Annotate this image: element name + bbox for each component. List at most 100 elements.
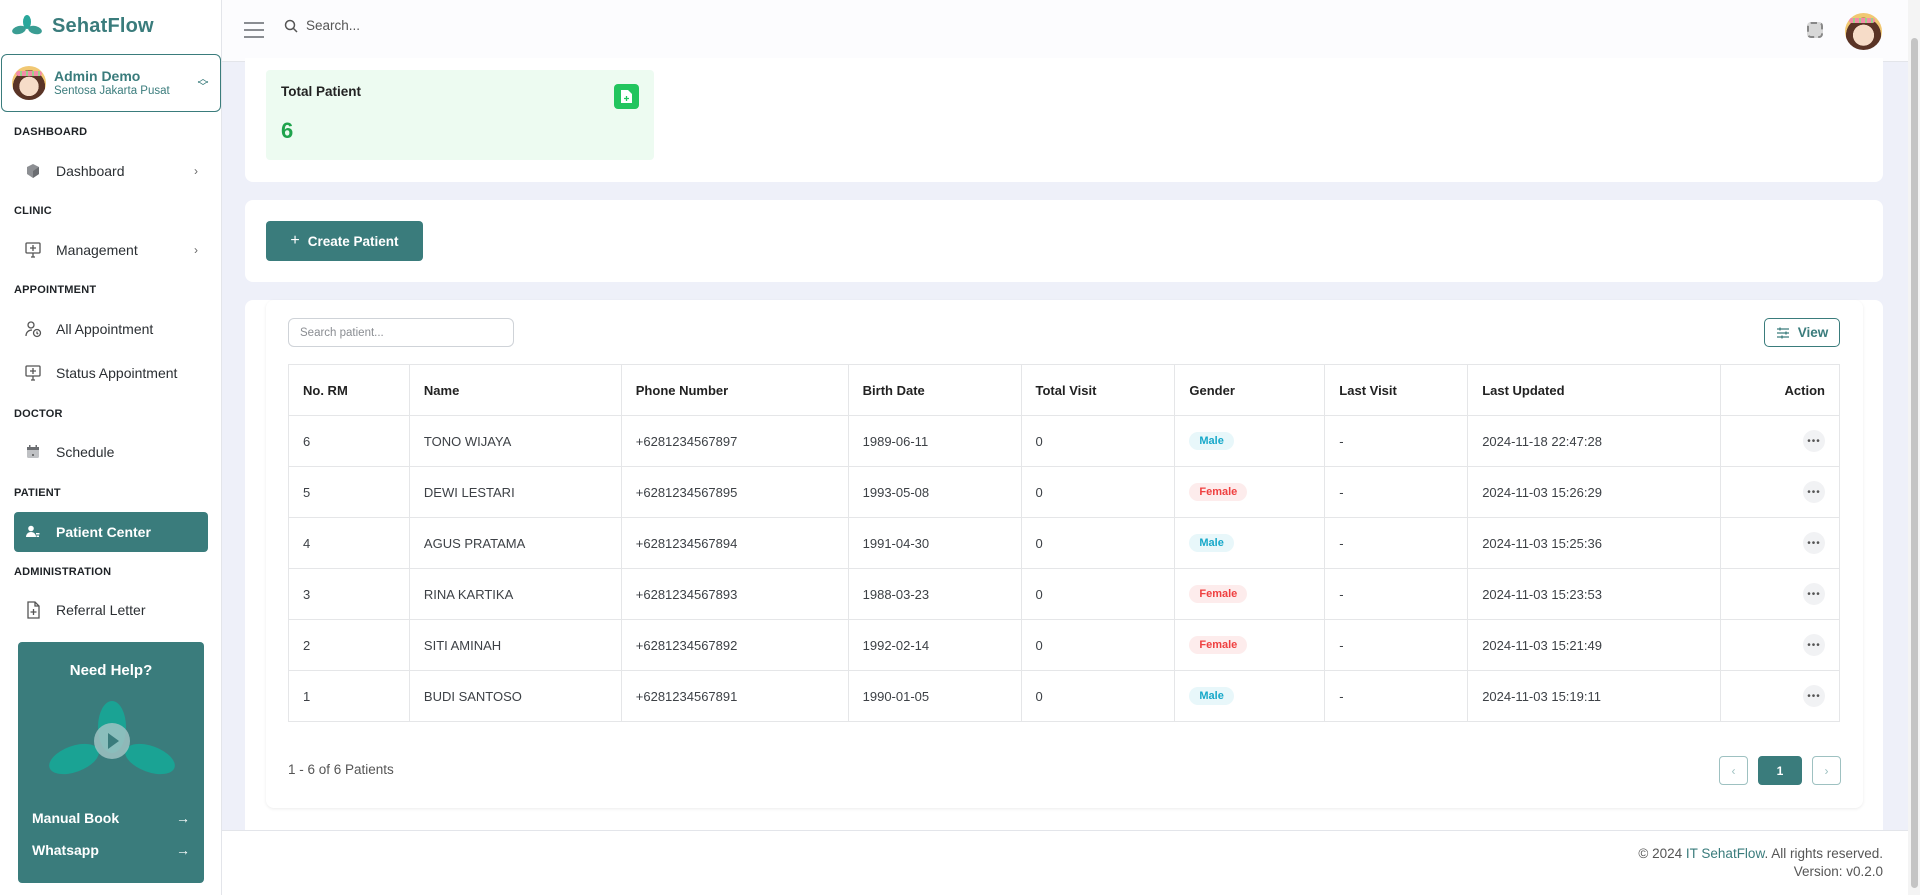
sidebar-item-label: Status Appointment: [56, 365, 178, 381]
cell-phone: +6281234567891: [620, 670, 849, 722]
cell-action: •••: [1719, 619, 1841, 671]
sidebar-item-status-appointment[interactable]: Status Appointment: [14, 353, 208, 393]
file-add-icon: [614, 84, 639, 109]
column-header-action: Action: [1719, 364, 1841, 416]
arrow-right-icon: →: [176, 810, 190, 826]
app-version: Version: v0.2.0: [1793, 864, 1883, 879]
pagination-summary: 1 - 6 of 6 Patients: [288, 762, 394, 777]
sidebar-item-dashboard[interactable]: Dashboard ›: [14, 151, 208, 191]
column-header-name[interactable]: Name: [408, 364, 622, 416]
cell-birth-date: 1989-06-11: [847, 415, 1022, 467]
calendar-icon: [24, 443, 42, 461]
user-clock-icon: [24, 320, 42, 338]
cell-last-updated: 2024-11-03 15:26:29: [1467, 466, 1721, 518]
cube-icon: [24, 162, 42, 180]
scrollbar-thumb[interactable]: [1911, 38, 1918, 888]
cell-last-visit: -: [1324, 466, 1469, 518]
stat-value: 6: [281, 118, 294, 143]
cell-gender: Female: [1174, 568, 1326, 620]
global-search[interactable]: Search...: [284, 18, 360, 33]
sidebar-item-label: Management: [56, 242, 138, 258]
monitor-clinic-icon: [24, 241, 42, 259]
cell-gender: Male: [1174, 670, 1326, 722]
help-link-label: Manual Book: [32, 810, 120, 826]
more-actions-icon[interactable]: •••: [1803, 634, 1825, 656]
cell-birth-date: 1992-02-14: [847, 619, 1022, 671]
column-header-gender[interactable]: Gender: [1174, 364, 1326, 416]
section-label-administration: ADMINISTRATION: [14, 566, 112, 578]
help-link-whatsapp[interactable]: Whatsapp →: [32, 842, 190, 858]
sidebar-item-patient-center[interactable]: Patient Center: [14, 512, 208, 552]
more-actions-icon[interactable]: •••: [1803, 583, 1825, 605]
profile-avatar[interactable]: [1845, 13, 1882, 50]
sidebar-item-referral-letter[interactable]: Referral Letter: [14, 590, 208, 630]
section-label-appointment: APPOINTMENT: [14, 284, 97, 296]
hamburger-menu-icon[interactable]: [244, 22, 264, 38]
help-video-illustration[interactable]: [42, 697, 182, 792]
more-actions-icon[interactable]: •••: [1803, 481, 1825, 503]
cell-gender: Male: [1174, 517, 1326, 569]
copyright: © 2024 IT SehatFlow. All rights reserved…: [1638, 845, 1883, 863]
create-patient-button[interactable]: + Create Patient: [266, 221, 423, 261]
user-clinic: Sentosa Jakarta Pusat: [54, 84, 170, 97]
gender-badge: Female: [1189, 483, 1248, 501]
section-label-clinic: CLINIC: [14, 205, 52, 217]
user-switcher[interactable]: Admin Demo Sentosa Jakarta Pusat ︿ ﹀: [1, 54, 221, 112]
cell-rm: 5: [288, 466, 410, 518]
column-header-birth-date[interactable]: Birth Date: [847, 364, 1022, 416]
gender-badge: Male: [1189, 534, 1234, 552]
cell-total-visit: 0: [1020, 670, 1176, 722]
table-row[interactable]: 3 RINA KARTIKA +6281234567893 1988-03-23 0 Fe…: [288, 568, 1841, 620]
table-row[interactable]: 2 SITI AMINAH +6281234567892 1992-02-14 0 Fem…: [288, 619, 1841, 671]
sidebar-item-all-appointment[interactable]: All Appointment: [14, 309, 208, 349]
cell-phone: +6281234567895: [620, 466, 849, 518]
copyright-prefix: © 2024: [1638, 846, 1686, 861]
file-plus-icon: [24, 601, 42, 619]
patient-icon: [24, 523, 42, 541]
fullscreen-icon[interactable]: [1807, 22, 1823, 38]
cell-birth-date: 1988-03-23: [847, 568, 1022, 620]
column-header-last-updated[interactable]: Last Updated: [1467, 364, 1721, 416]
table-row[interactable]: 5 DEWI LESTARI +6281234567895 1993-05-08 0 Fe…: [288, 466, 1841, 518]
cell-rm: 1: [288, 670, 410, 722]
search-patient-input[interactable]: [288, 318, 514, 347]
cell-action: •••: [1719, 568, 1841, 620]
table-row[interactable]: 6 TONO WIJAYA +6281234567897 1989-06-11 0 Mal…: [288, 415, 1841, 467]
footer-company-link[interactable]: IT SehatFlow: [1686, 846, 1765, 861]
sliders-icon: [1776, 327, 1789, 338]
cell-rm: 3: [288, 568, 410, 620]
cell-action: •••: [1719, 517, 1841, 569]
section-label-doctor: DOCTOR: [14, 408, 63, 420]
page-scrollbar[interactable]: [1908, 0, 1920, 895]
cell-last-visit: -: [1324, 517, 1469, 569]
cell-name: SITI AMINAH: [408, 619, 622, 671]
more-actions-icon[interactable]: •••: [1803, 532, 1825, 554]
help-link-manual-book[interactable]: Manual Book →: [32, 810, 190, 826]
column-header-last-visit[interactable]: Last Visit: [1324, 364, 1469, 416]
column-header-phone[interactable]: Phone Number: [620, 364, 849, 416]
pagination: ‹ 1 ›: [1719, 756, 1841, 785]
column-header-total-visit[interactable]: Total Visit: [1020, 364, 1176, 416]
cell-gender: Male: [1174, 415, 1326, 467]
cell-gender: Female: [1174, 466, 1326, 518]
cell-birth-date: 1990-01-05: [847, 670, 1022, 722]
monitor-clinic-icon: [24, 364, 42, 382]
table-row[interactable]: 4 AGUS PRATAMA +6281234567894 1991-04-30 0 Ma…: [288, 517, 1841, 569]
more-actions-icon[interactable]: •••: [1803, 685, 1825, 707]
column-header-rm[interactable]: No. RM: [288, 364, 410, 416]
help-link-label: Whatsapp: [32, 842, 99, 858]
more-actions-icon[interactable]: •••: [1803, 430, 1825, 452]
prev-page-button[interactable]: ‹: [1719, 756, 1748, 785]
cell-name: RINA KARTIKA: [408, 568, 622, 620]
sidebar-item-schedule[interactable]: Schedule: [14, 432, 208, 472]
brand[interactable]: SehatFlow: [12, 14, 154, 38]
patients-table: No. RM Name Phone Number Birth Date Tota…: [288, 364, 1841, 722]
page-button-current[interactable]: 1: [1758, 756, 1802, 785]
sidebar-item-management[interactable]: Management ›: [14, 230, 208, 270]
avatar: [12, 66, 46, 100]
view-options-button[interactable]: View: [1764, 318, 1840, 347]
table-row[interactable]: 1 BUDI SANTOSO +6281234567891 1990-01-05 0 Ma…: [288, 670, 1841, 722]
total-patient-stat: Total Patient 6: [266, 70, 654, 160]
next-page-button[interactable]: ›: [1812, 756, 1841, 785]
cell-gender: Female: [1174, 619, 1326, 671]
